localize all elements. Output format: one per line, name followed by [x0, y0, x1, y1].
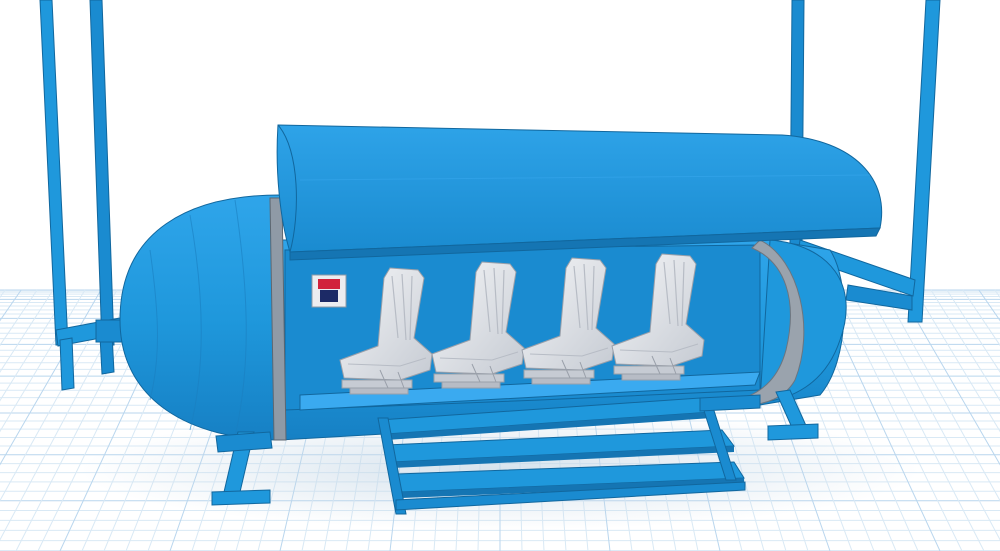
grid-line — [866, 289, 1000, 541]
control-panel[interactable] — [311, 274, 347, 308]
grid-line — [914, 289, 1000, 433]
grid-line — [850, 289, 985, 551]
grid-line — [0, 289, 6, 299]
grid-line — [994, 289, 1000, 299]
left-support-frame[interactable] — [39, 0, 133, 391]
grid-line — [962, 289, 1000, 347]
grid-line — [0, 289, 38, 347]
scene-canvas[interactable] — [0, 0, 1000, 551]
grid-line — [834, 289, 963, 551]
3d-viewport[interactable] — [0, 0, 1000, 551]
canopy[interactable] — [276, 124, 883, 261]
